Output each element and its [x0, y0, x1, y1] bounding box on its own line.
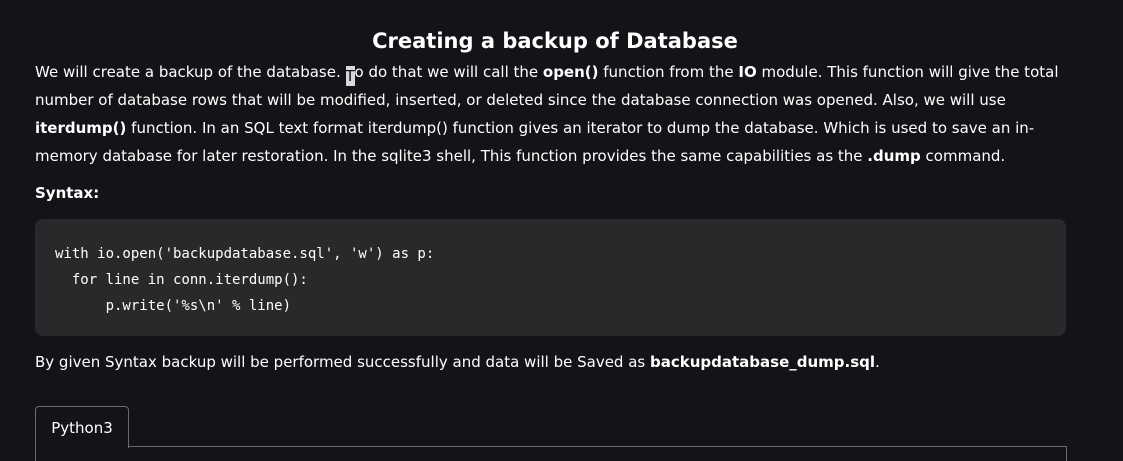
intro-text-3: function from the	[598, 63, 739, 81]
intro-text-1: We will create a backup of the database.	[35, 63, 346, 81]
section-heading: Creating a backup of Database	[372, 29, 738, 53]
code-line: with io.open('backupdatabase.sql', 'w') …	[55, 246, 435, 262]
iterdump-function-name: iterdump()	[35, 119, 127, 137]
dump-command-name: .dump	[867, 147, 921, 165]
code-tabs: Python3	[35, 406, 1067, 461]
open-function-name: open()	[542, 63, 599, 81]
intro-text-6: command.	[920, 147, 1006, 165]
intro-paragraph: We will create a backup of the database.…	[35, 58, 1075, 170]
syntax-code-block[interactable]: with io.open('backupdatabase.sql', 'w') …	[35, 219, 1066, 336]
backup-filename: backupdatabase_dump.sql	[650, 353, 876, 371]
tab-python3[interactable]: Python3	[35, 406, 129, 448]
result-text-2: .	[875, 353, 880, 371]
code-line: for line in conn.iterdump():	[55, 272, 308, 288]
result-paragraph: By given Syntax backup will be performed…	[35, 348, 1075, 376]
code-line: p.write('%s\n' % line)	[55, 298, 292, 314]
article-content: Creating a backup of Database We will cr…	[35, 24, 1075, 376]
result-text-1: By given Syntax backup will be performed…	[35, 353, 650, 371]
io-module-name: IO	[738, 63, 757, 81]
intro-text-2: o do that we will call the	[354, 63, 543, 81]
text-cursor: T	[345, 66, 355, 86]
syntax-label: Syntax:	[35, 184, 100, 202]
code-tab-panel	[35, 446, 1067, 461]
